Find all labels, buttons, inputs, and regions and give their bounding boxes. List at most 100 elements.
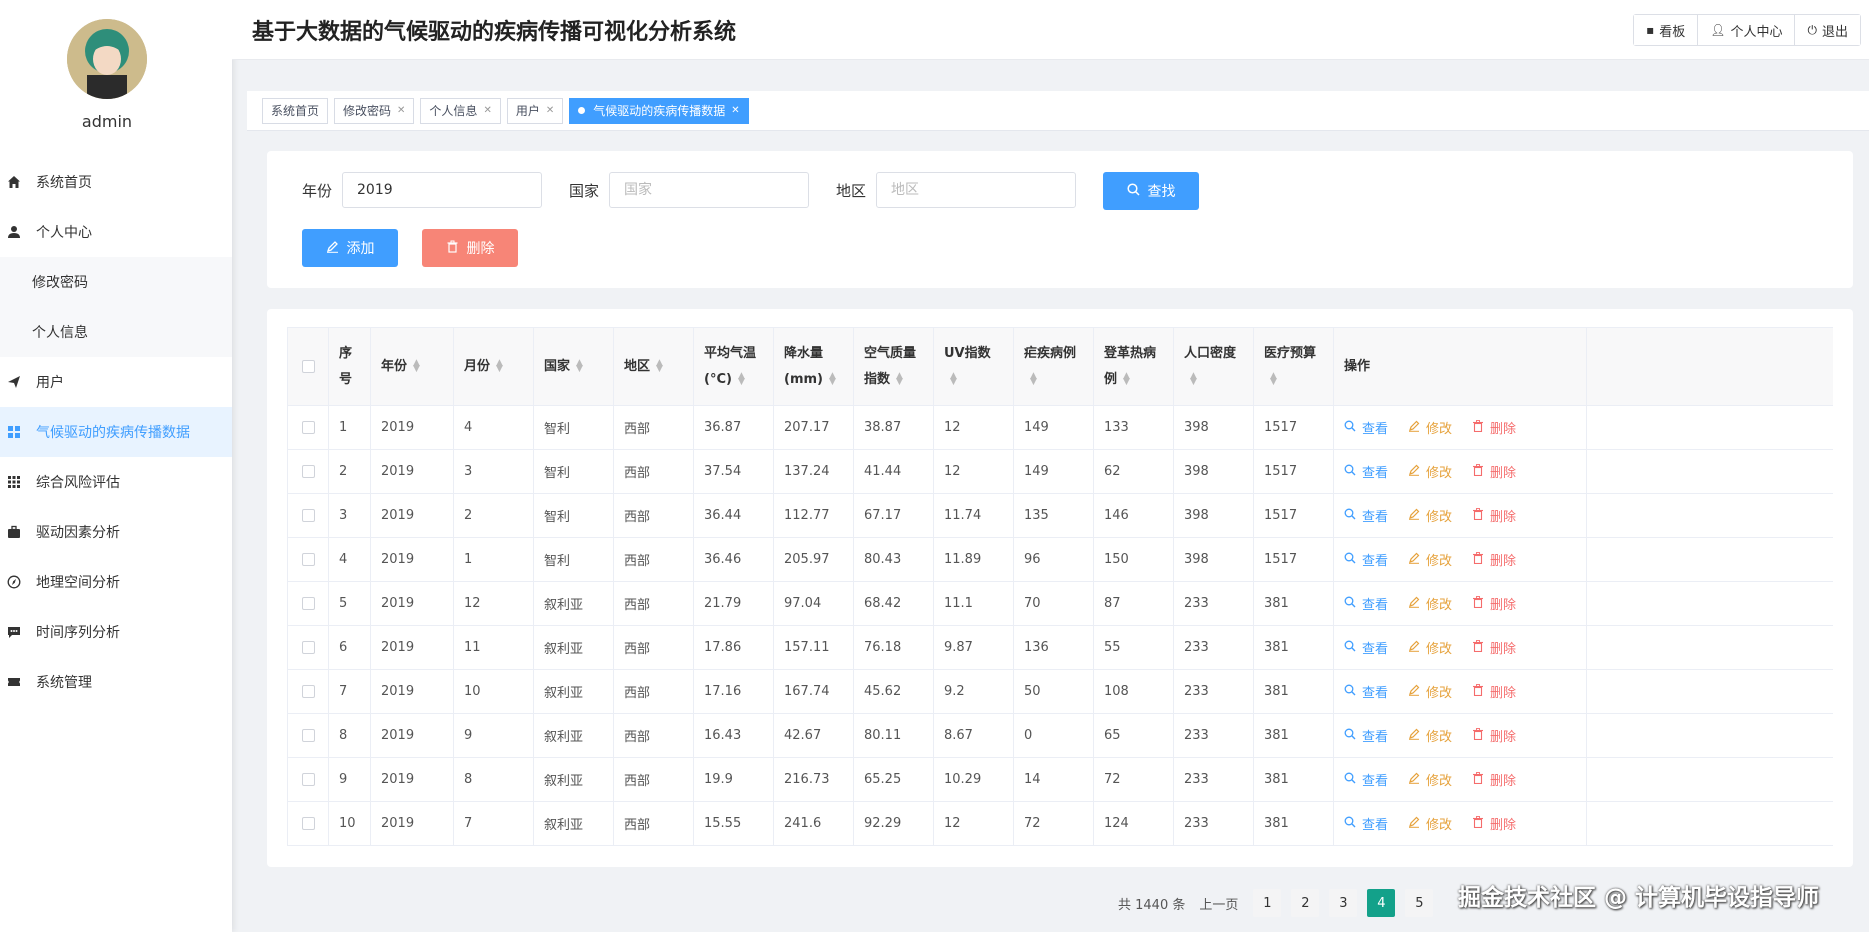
sidebar-item-personal-info[interactable]: 个人信息 xyxy=(0,307,232,357)
delete-button[interactable]: 删除 xyxy=(1472,550,1516,569)
edit-button[interactable]: 修改 xyxy=(1408,638,1452,657)
page-button[interactable]: 2 xyxy=(1291,889,1320,917)
view-button[interactable]: 查看 xyxy=(1344,638,1388,657)
sort-icon[interactable]: ▲ ▼ xyxy=(1190,372,1197,387)
delete-button[interactable]: 删除 xyxy=(1472,462,1516,481)
column-header[interactable]: UV指数 ▲ ▼ xyxy=(934,328,1014,405)
sort-icon[interactable]: ▲ ▼ xyxy=(413,359,420,374)
delete-button[interactable]: 删除 xyxy=(1472,814,1516,833)
close-icon[interactable]: ✕ xyxy=(483,105,491,116)
board-button[interactable]: ▪ 看板 xyxy=(1634,15,1699,45)
personal-center-button[interactable]: 👤︎ 个人中心 xyxy=(1698,15,1796,45)
view-button[interactable]: 查看 xyxy=(1344,550,1388,569)
page-button[interactable]: 3 xyxy=(1329,889,1358,917)
column-header[interactable]: 序号 xyxy=(329,328,371,405)
page-button[interactable]: 1 xyxy=(1253,889,1282,917)
view-button[interactable]: 查看 xyxy=(1344,418,1388,437)
edit-button[interactable]: 修改 xyxy=(1408,682,1452,701)
delete-button[interactable]: 删除 xyxy=(1472,506,1516,525)
edit-button[interactable]: 修改 xyxy=(1408,770,1452,789)
logout-button[interactable]: ⏻ 退出 xyxy=(1795,15,1860,45)
batch-delete-button[interactable]: 删除 xyxy=(422,229,518,267)
region-input[interactable] xyxy=(876,172,1077,208)
prev-page-button[interactable]: 上一页 xyxy=(1199,894,1238,913)
sort-icon[interactable]: ▲ ▼ xyxy=(496,359,503,374)
sort-icon[interactable]: ▲ ▼ xyxy=(829,372,836,387)
row-checkbox[interactable] xyxy=(301,465,315,478)
view-button[interactable]: 查看 xyxy=(1344,506,1388,525)
view-button[interactable]: 查看 xyxy=(1344,682,1388,701)
tab-home[interactable]: 系统首页 xyxy=(262,97,329,124)
close-icon[interactable]: ✕ xyxy=(731,105,739,116)
avatar[interactable] xyxy=(67,19,147,99)
close-icon[interactable]: ✕ xyxy=(397,105,405,116)
view-button[interactable]: 查看 xyxy=(1344,462,1388,481)
delete-button[interactable]: 删除 xyxy=(1472,594,1516,613)
column-header[interactable]: 平均气温(°C) ▲ ▼ xyxy=(694,328,774,405)
row-checkbox[interactable] xyxy=(301,597,315,610)
edit-button[interactable]: 修改 xyxy=(1408,594,1452,613)
column-header[interactable]: 月份 ▲ ▼ xyxy=(454,328,534,405)
column-header[interactable]: 地区 ▲ ▼ xyxy=(614,328,694,405)
row-checkbox[interactable] xyxy=(301,685,315,698)
sort-icon[interactable]: ▲ ▼ xyxy=(1123,372,1130,387)
sort-icon[interactable]: ▲ ▼ xyxy=(950,372,957,387)
delete-button[interactable]: 删除 xyxy=(1472,418,1516,437)
year-input[interactable] xyxy=(342,172,543,208)
select-all-checkbox[interactable] xyxy=(301,360,315,373)
edit-button[interactable]: 修改 xyxy=(1408,726,1452,745)
sidebar-item-users[interactable]: 用户 xyxy=(0,357,232,407)
sort-icon[interactable]: ▲ ▼ xyxy=(656,359,663,374)
close-icon[interactable]: ✕ xyxy=(546,105,554,116)
sidebar-item-system-admin[interactable]: 系统管理 xyxy=(0,657,232,707)
edit-button[interactable]: 修改 xyxy=(1408,814,1452,833)
delete-button[interactable]: 删除 xyxy=(1472,682,1516,701)
column-header[interactable]: 医疗预算 ▲ ▼ xyxy=(1254,328,1334,405)
row-checkbox[interactable] xyxy=(301,817,315,830)
delete-button[interactable]: 删除 xyxy=(1472,726,1516,745)
column-header[interactable]: 降水量(mm) ▲ ▼ xyxy=(774,328,854,405)
edit-button[interactable]: 修改 xyxy=(1408,418,1452,437)
sidebar-item-personal-center[interactable]: 个人中心 xyxy=(0,207,232,257)
delete-button[interactable]: 删除 xyxy=(1472,638,1516,657)
column-header[interactable]: 人口密度 ▲ ▼ xyxy=(1174,328,1254,405)
view-button[interactable]: 查看 xyxy=(1344,726,1388,745)
add-button[interactable]: 添加 xyxy=(302,229,398,267)
view-button[interactable]: 查看 xyxy=(1344,814,1388,833)
sort-icon[interactable]: ▲ ▼ xyxy=(1030,372,1037,387)
edit-button[interactable]: 修改 xyxy=(1408,506,1452,525)
sidebar-item-change-password[interactable]: 修改密码 xyxy=(0,257,232,307)
view-button[interactable]: 查看 xyxy=(1344,770,1388,789)
sort-icon[interactable]: ▲ ▼ xyxy=(576,359,583,374)
column-header[interactable]: 疟疾病例 ▲ ▼ xyxy=(1014,328,1094,405)
row-checkbox[interactable] xyxy=(301,553,315,566)
row-checkbox[interactable] xyxy=(301,641,315,654)
tab-personal-info[interactable]: 个人信息 ✕ xyxy=(420,97,501,124)
row-checkbox[interactable] xyxy=(301,773,315,786)
sidebar-item-driver-analysis[interactable]: 驱动因素分析 xyxy=(0,507,232,557)
search-button[interactable]: 查找 xyxy=(1103,172,1199,210)
column-header[interactable]: 空气质量指数 ▲ ▼ xyxy=(854,328,934,405)
delete-button[interactable]: 删除 xyxy=(1472,770,1516,789)
tab-disease-data[interactable]: 气候驱动的疾病传播数据 ✕ xyxy=(569,97,749,124)
view-button[interactable]: 查看 xyxy=(1344,594,1388,613)
edit-button[interactable]: 修改 xyxy=(1408,462,1452,481)
column-header[interactable]: 登革热病例 ▲ ▼ xyxy=(1094,328,1174,405)
row-checkbox[interactable] xyxy=(301,509,315,522)
tab-change-password[interactable]: 修改密码 ✕ xyxy=(334,97,415,124)
sort-icon[interactable]: ▲ ▼ xyxy=(738,372,745,387)
tab-users[interactable]: 用户 ✕ xyxy=(506,97,564,124)
row-checkbox[interactable] xyxy=(301,421,315,434)
sidebar-item-geo-analysis[interactable]: 地理空间分析 xyxy=(0,557,232,607)
sidebar-item-risk-assessment[interactable]: 综合风险评估 xyxy=(0,457,232,507)
sort-icon[interactable]: ▲ ▼ xyxy=(1270,372,1277,387)
column-header[interactable]: 年份 ▲ ▼ xyxy=(371,328,454,405)
row-checkbox[interactable] xyxy=(301,729,315,742)
sidebar-item-time-series[interactable]: 时间序列分析 xyxy=(0,607,232,657)
column-header[interactable]: 国家 ▲ ▼ xyxy=(534,328,614,405)
sidebar-item-home[interactable]: 系统首页 xyxy=(0,157,232,207)
country-input[interactable] xyxy=(609,172,810,208)
sort-icon[interactable]: ▲ ▼ xyxy=(896,372,903,387)
page-button[interactable]: 5 xyxy=(1405,889,1434,917)
page-button[interactable]: 4 xyxy=(1367,889,1396,917)
